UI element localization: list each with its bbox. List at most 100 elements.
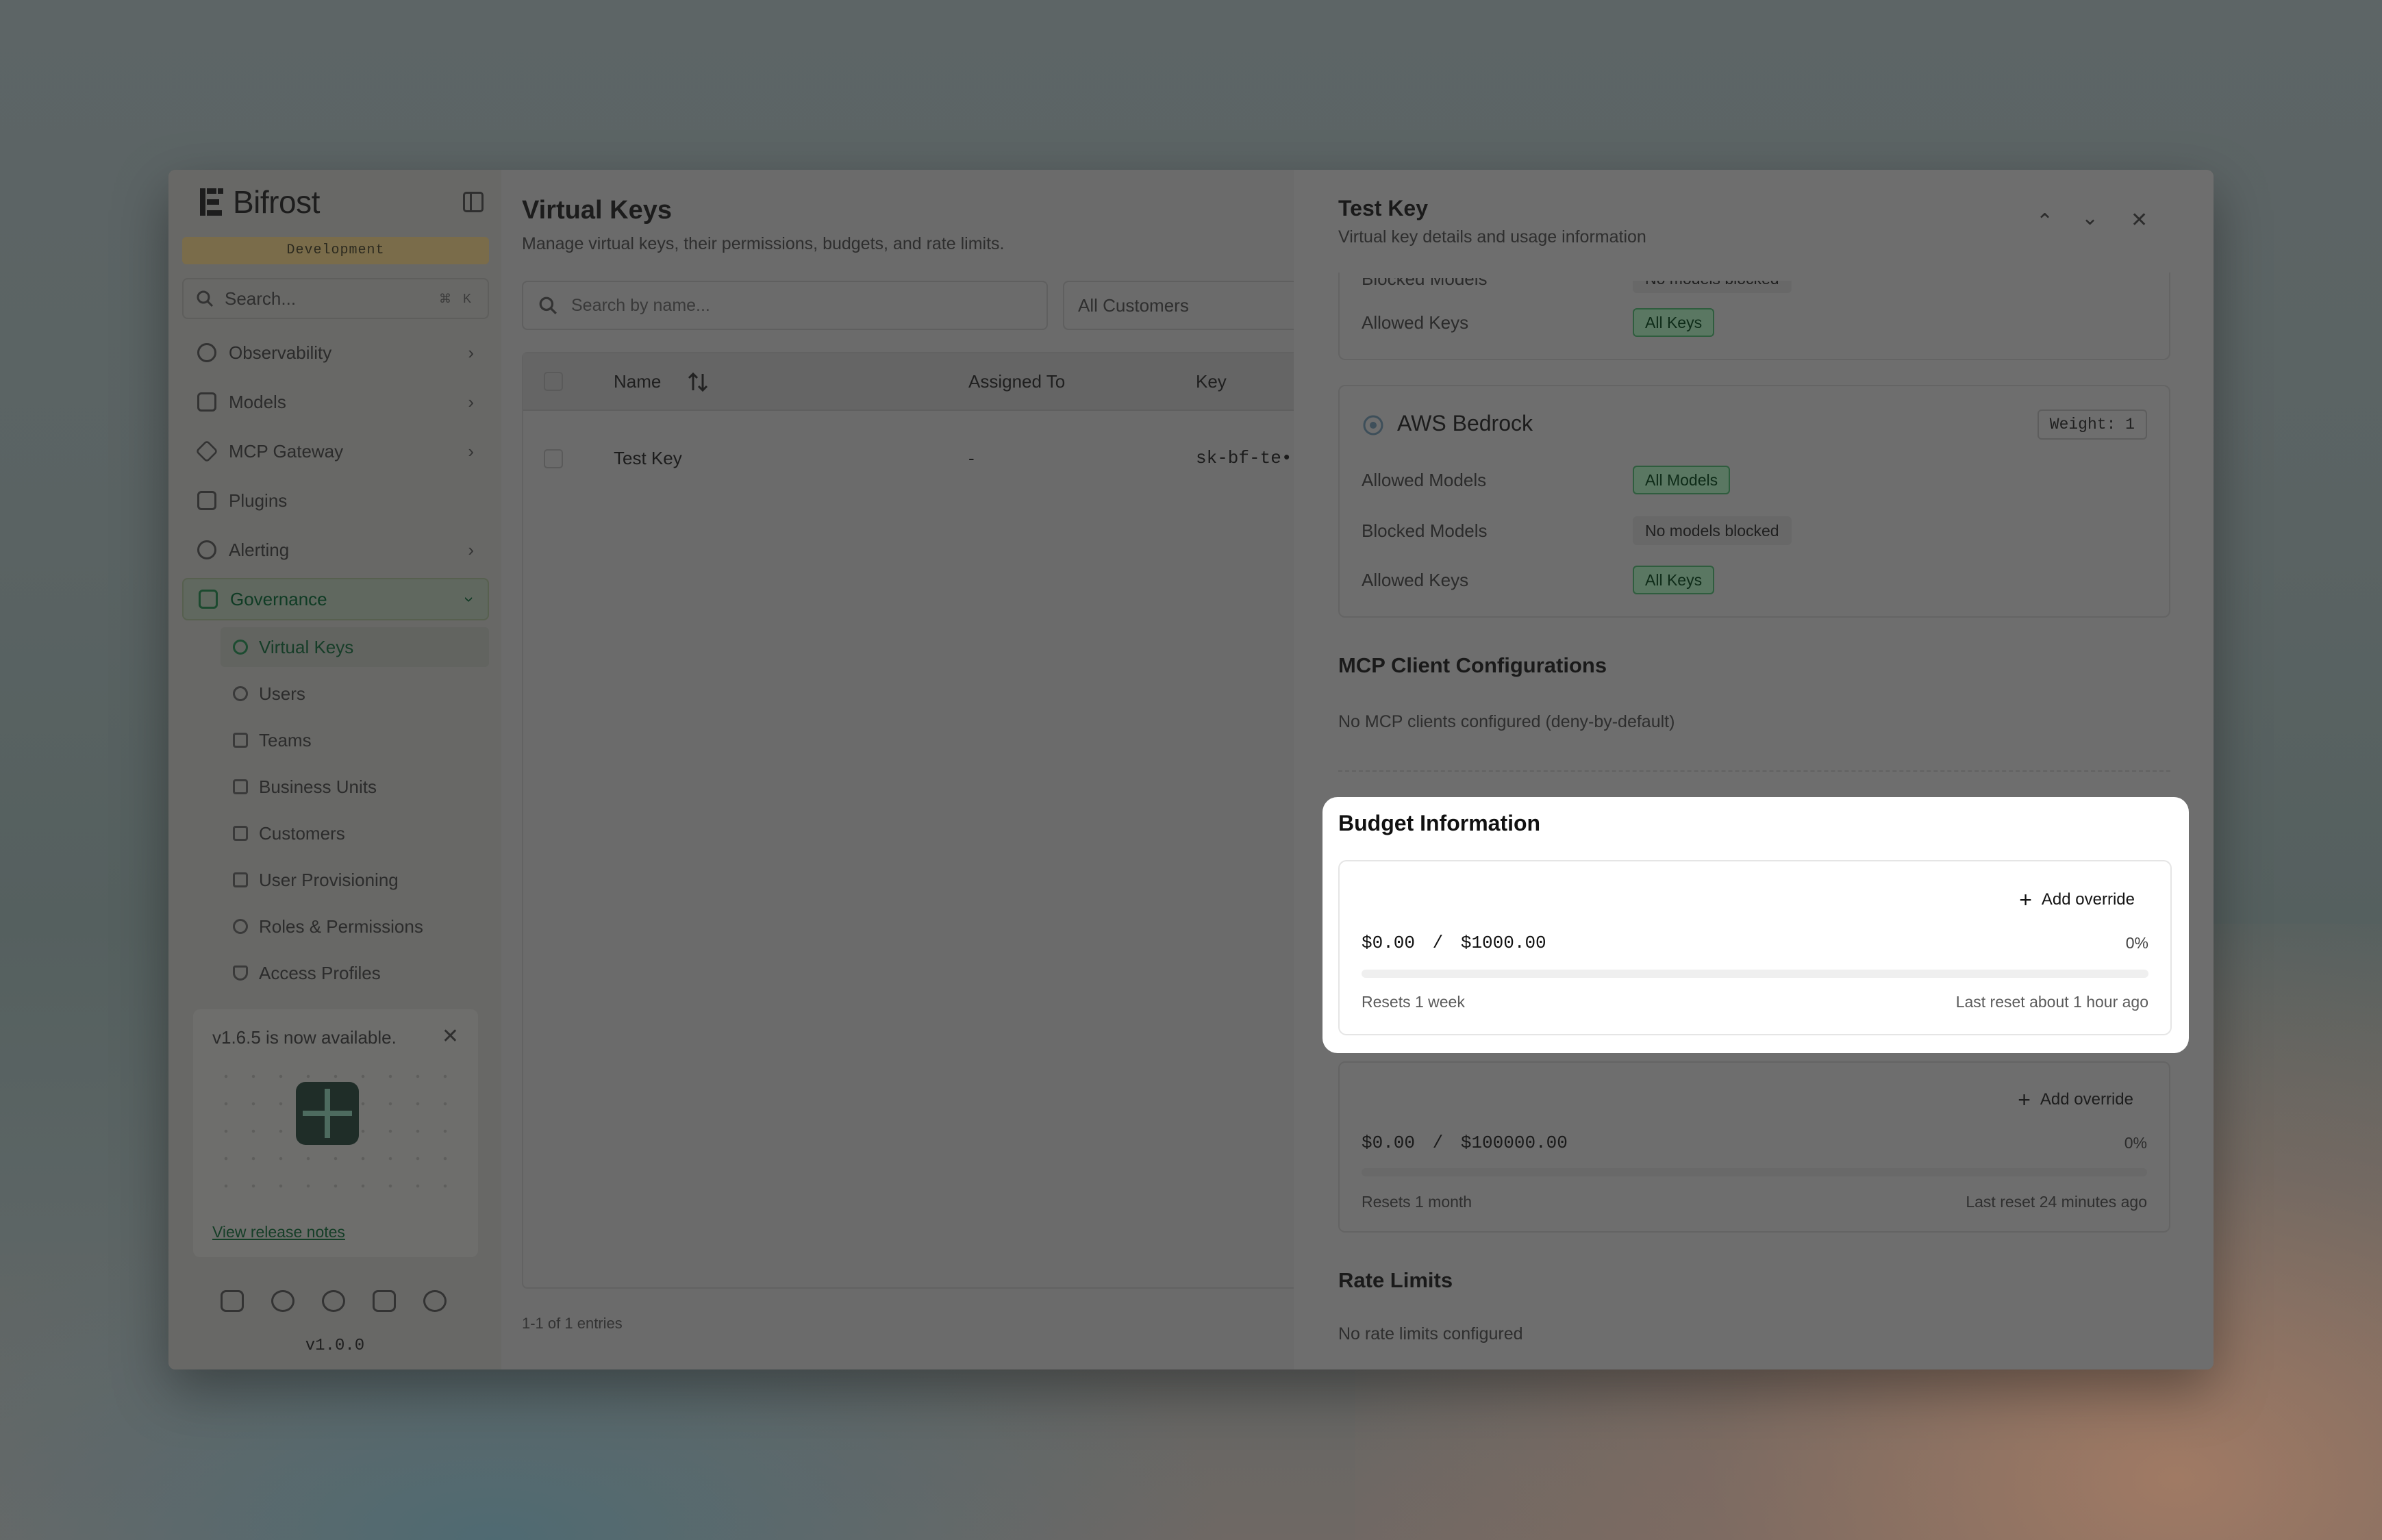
bug-icon[interactable] bbox=[322, 1290, 345, 1312]
budget-information-panel: Budget Information + Add override $0.00 … bbox=[1322, 797, 2189, 1053]
budget-limit: $100000.00 bbox=[1460, 1133, 1568, 1153]
puzzle-icon bbox=[197, 491, 216, 510]
budget-last-reset: Last reset about 1 hour ago bbox=[1955, 993, 2148, 1011]
chevron-right-icon: › bbox=[468, 539, 474, 560]
select-all-checkbox[interactable] bbox=[544, 372, 563, 391]
sidebar-item-label: Observability bbox=[229, 342, 332, 363]
sidebar-search-placeholder: Search... bbox=[225, 288, 297, 309]
aws-bedrock-icon bbox=[1363, 415, 1383, 436]
budget-amount: $0.00 / $100000.00 bbox=[1362, 1133, 1568, 1153]
row-name: Test Key bbox=[614, 448, 682, 468]
detail-drawer: Test Key Virtual key details and usage i… bbox=[1294, 170, 2214, 1369]
blocked-models-label: Blocked Models bbox=[1362, 268, 1488, 289]
page-subtitle: Manage virtual keys, their permissions, … bbox=[522, 234, 1005, 253]
sidebar-item-observability[interactable]: Observability › bbox=[182, 331, 489, 374]
budget-separator: / bbox=[1432, 1133, 1444, 1153]
provider-card-previous: Blocked Models No models blocked Allowed… bbox=[1338, 273, 2170, 360]
blocked-models-value: No models blocked bbox=[1633, 516, 1792, 545]
budget-spent: $0.00 bbox=[1362, 1133, 1416, 1153]
allowed-models-label: Allowed Models bbox=[1362, 470, 1487, 490]
teams-icon bbox=[233, 733, 248, 748]
search-shortcut: ⌘ K bbox=[438, 291, 475, 305]
close-icon[interactable]: ✕ bbox=[442, 1024, 459, 1048]
budget-limit: $1000.00 bbox=[1460, 933, 1546, 953]
app-name: Bifrost bbox=[233, 184, 320, 220]
mcp-section-title: MCP Client Configurations bbox=[1338, 653, 1607, 677]
sidebar-collapse-icon[interactable] bbox=[463, 192, 484, 212]
sidebar-item-label: Users bbox=[259, 683, 305, 704]
budget-reset-period: Resets 1 month bbox=[1362, 1193, 1472, 1211]
customer-filter-select[interactable]: All Customers bbox=[1063, 281, 1309, 330]
landmark-icon bbox=[199, 590, 218, 609]
sidebar-item-business-units[interactable]: Business Units bbox=[221, 767, 489, 807]
sidebar-item-user-provisioning[interactable]: User Provisioning bbox=[221, 860, 489, 900]
sort-icon[interactable] bbox=[688, 371, 708, 393]
chevron-down-icon: › bbox=[460, 596, 481, 603]
add-override-button[interactable]: + Add override bbox=[2019, 889, 2135, 911]
docs-icon[interactable] bbox=[373, 1290, 396, 1312]
sidebar-item-customers[interactable]: Customers bbox=[221, 813, 489, 853]
row-assigned-to: - bbox=[968, 448, 975, 468]
chevron-up-icon[interactable]: ⌃ bbox=[2036, 210, 2053, 233]
sidebar-item-plugins[interactable]: Plugins bbox=[182, 479, 489, 522]
add-override-label: Add override bbox=[2040, 1090, 2133, 1109]
shield-icon bbox=[233, 965, 248, 981]
budget-percent: 0% bbox=[2125, 934, 2148, 952]
budget-percent: 0% bbox=[2124, 1134, 2147, 1152]
provisioning-icon bbox=[233, 872, 248, 887]
sidebar-item-label: MCP Gateway bbox=[229, 440, 344, 462]
search-icon bbox=[197, 290, 214, 307]
chevron-right-icon: › bbox=[468, 342, 474, 363]
search-icon bbox=[539, 296, 557, 314]
close-icon[interactable]: ✕ bbox=[2131, 208, 2148, 232]
gift-icon bbox=[296, 1082, 359, 1145]
sidebar-nav: Observability › Models › MCP Gateway › P… bbox=[182, 331, 489, 1000]
sidebar-item-alerting[interactable]: Alerting › bbox=[182, 529, 489, 571]
sidebar-item-label: User Provisioning bbox=[259, 869, 399, 890]
app-window: Bifrost Development Search... ⌘ K Observ… bbox=[168, 170, 2214, 1369]
sidebar-item-mcp-gateway[interactable]: MCP Gateway › bbox=[182, 430, 489, 472]
sidebar-item-governance[interactable]: Governance › bbox=[182, 578, 489, 620]
sun-icon[interactable] bbox=[423, 1290, 447, 1312]
add-override-button[interactable]: + Add override bbox=[2018, 1089, 2133, 1111]
sidebar-item-label: Alerting bbox=[229, 539, 290, 560]
budget-card-weekly: + Add override $0.00 / $1000.00 0% Reset… bbox=[1338, 860, 2172, 1035]
add-override-label: Add override bbox=[2041, 890, 2135, 909]
divider bbox=[1338, 770, 2170, 772]
sidebar-item-label: Plugins bbox=[229, 490, 288, 511]
sidebar-item-label: Business Units bbox=[259, 776, 377, 797]
sidebar-item-users[interactable]: Users bbox=[221, 674, 489, 714]
budget-progress-bar bbox=[1362, 970, 2148, 978]
search-input[interactable]: Search by name... bbox=[522, 281, 1048, 330]
discord-icon[interactable] bbox=[221, 1290, 244, 1312]
github-icon[interactable] bbox=[271, 1290, 294, 1312]
column-name: Name bbox=[614, 371, 662, 392]
chevron-right-icon: › bbox=[468, 440, 474, 462]
sidebar-item-teams[interactable]: Teams bbox=[221, 720, 489, 760]
pagination-info: 1-1 of 1 entries bbox=[522, 1315, 623, 1332]
release-notes-link[interactable]: View release notes bbox=[212, 1223, 345, 1241]
update-card: v1.6.5 is now available. ✕ View release … bbox=[193, 1009, 478, 1257]
environment-badge: Development bbox=[182, 237, 489, 264]
chevron-right-icon: › bbox=[468, 391, 474, 412]
customers-icon bbox=[233, 826, 248, 841]
provider-name: AWS Bedrock bbox=[1397, 411, 1533, 436]
sidebar-item-roles-permissions[interactable]: Roles & Permissions bbox=[221, 907, 489, 946]
plus-icon: + bbox=[2019, 887, 2032, 912]
mcp-section-text: No MCP clients configured (deny-by-defau… bbox=[1338, 712, 1675, 731]
sidebar-item-label: Roles & Permissions bbox=[259, 916, 423, 937]
budget-card-monthly: + Add override $0.00 / $100000.00 0% Res… bbox=[1338, 1061, 2170, 1233]
sidebar-search[interactable]: Search... ⌘ K bbox=[182, 278, 489, 319]
sidebar-item-access-profiles[interactable]: Access Profiles bbox=[221, 953, 489, 993]
row-checkbox[interactable] bbox=[544, 449, 563, 468]
chevron-down-icon[interactable]: ⌃ bbox=[2081, 204, 2098, 228]
sidebar-item-label: Teams bbox=[259, 729, 312, 750]
update-illustration bbox=[212, 1063, 459, 1193]
bifrost-logo-icon bbox=[200, 188, 223, 216]
sidebar-item-virtual-keys[interactable]: Virtual Keys bbox=[221, 627, 489, 667]
roles-icon bbox=[233, 919, 248, 934]
sidebar-item-models[interactable]: Models › bbox=[182, 381, 489, 423]
search-placeholder: Search by name... bbox=[571, 295, 710, 315]
sidebar-footer-icons bbox=[221, 1290, 447, 1312]
provider-card-aws-bedrock: AWS Bedrock Weight: 1 Allowed Models All… bbox=[1338, 385, 2170, 618]
